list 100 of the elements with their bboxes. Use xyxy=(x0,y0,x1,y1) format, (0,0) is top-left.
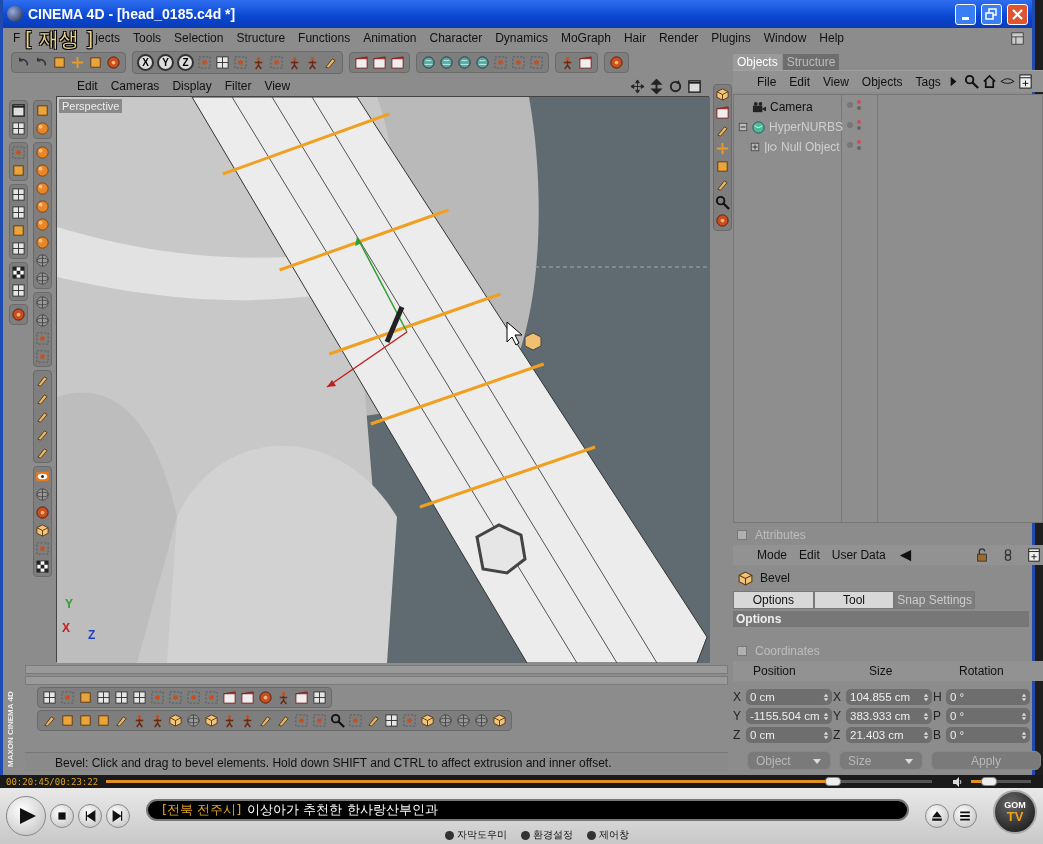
menu-item[interactable]: Cameras xyxy=(110,79,160,93)
disc-icon[interactable] xyxy=(258,690,273,705)
menu-item[interactable]: Objects xyxy=(861,74,903,89)
menu-item[interactable]: View xyxy=(823,74,849,89)
slider-thumb[interactable] xyxy=(825,777,841,786)
playlist-button[interactable] xyxy=(953,804,977,828)
left-triangle-icon[interactable] xyxy=(897,547,913,563)
cube-icon[interactable] xyxy=(714,87,730,102)
rotation-field[interactable]: 0 ° xyxy=(946,708,1030,724)
clapper-icon[interactable] xyxy=(240,690,255,705)
layout-icon[interactable] xyxy=(1011,31,1024,45)
sphere-icon[interactable] xyxy=(34,217,50,232)
previous-button[interactable] xyxy=(78,804,102,828)
brush-icon[interactable] xyxy=(714,123,730,138)
cube-icon[interactable] xyxy=(420,713,435,728)
clapper-icon[interactable] xyxy=(372,54,387,70)
menu-item[interactable]: MoGraph xyxy=(560,31,611,45)
menu-item[interactable]: Structure xyxy=(236,31,286,45)
clapper-icon[interactable] xyxy=(354,54,369,70)
maximize-icon[interactable] xyxy=(10,103,26,118)
clapper-icon[interactable] xyxy=(578,54,593,70)
square-icon[interactable] xyxy=(96,713,111,728)
menu-item[interactable]: Tools xyxy=(133,31,162,45)
stop-button[interactable] xyxy=(50,804,74,828)
grid-icon[interactable] xyxy=(42,690,57,705)
grid-icon[interactable] xyxy=(114,690,129,705)
disc-icon[interactable] xyxy=(714,213,730,228)
search-icon[interactable] xyxy=(963,74,979,89)
volume-slider[interactable] xyxy=(971,780,1032,783)
spinner-arrows-icon[interactable] xyxy=(1021,730,1027,740)
restore-button[interactable] xyxy=(981,3,1002,25)
square-icon[interactable] xyxy=(34,103,50,118)
spinner-arrows-icon[interactable] xyxy=(1021,692,1027,702)
padlock-icon[interactable] xyxy=(975,548,989,562)
disc-icon[interactable] xyxy=(106,54,121,70)
grid-icon[interactable] xyxy=(312,690,327,705)
square-icon[interactable] xyxy=(10,163,26,178)
spinner-arrows-icon[interactable] xyxy=(823,711,829,721)
wire-sphere-icon[interactable] xyxy=(34,253,50,268)
sphere-icon[interactable] xyxy=(34,181,50,196)
disc-icon[interactable] xyxy=(609,54,624,70)
menu-item[interactable]: jects xyxy=(95,31,121,45)
grid-icon[interactable] xyxy=(96,690,111,705)
menu-item[interactable]: Display xyxy=(172,79,212,93)
brush-icon[interactable] xyxy=(34,373,50,388)
grid-icon[interactable] xyxy=(215,54,230,70)
attribute-tab[interactable]: Options xyxy=(733,591,814,609)
axis-lock-button[interactable]: Y xyxy=(157,53,174,71)
cube-icon[interactable] xyxy=(492,713,507,728)
clapper-icon[interactable] xyxy=(714,105,730,120)
rotate-icon[interactable] xyxy=(668,78,683,94)
minimize-button[interactable] xyxy=(955,3,976,25)
new-panel-icon[interactable] xyxy=(1017,74,1033,89)
maximize-icon[interactable] xyxy=(687,78,702,94)
disc-icon[interactable] xyxy=(34,505,50,520)
menu-item[interactable]: Selection xyxy=(174,31,224,45)
search-icon[interactable] xyxy=(714,195,730,210)
cube-icon[interactable] xyxy=(34,523,50,538)
sphere-icon[interactable] xyxy=(34,199,50,214)
spinner-arrows-icon[interactable] xyxy=(923,730,929,740)
menu-item[interactable]: Animation xyxy=(363,31,417,45)
square-icon[interactable] xyxy=(78,713,93,728)
square-icon[interactable] xyxy=(714,159,730,174)
brush-icon[interactable] xyxy=(366,713,381,728)
wire-sphere-icon[interactable] xyxy=(34,295,50,310)
checker-icon[interactable] xyxy=(10,265,26,280)
brush-icon[interactable] xyxy=(34,409,50,424)
player-link[interactable]: 환경설정 xyxy=(521,828,573,842)
menu-item[interactable]: Plugins xyxy=(711,31,751,45)
slider-thumb[interactable] xyxy=(981,777,998,786)
menu-item[interactable]: Dynamics xyxy=(495,31,548,45)
clapper-icon[interactable] xyxy=(294,690,309,705)
grid-icon[interactable] xyxy=(10,121,26,136)
up-down-arrow-icon[interactable] xyxy=(649,78,664,94)
menu-item[interactable]: Edit xyxy=(77,79,98,93)
wire-sphere-icon[interactable] xyxy=(34,271,50,286)
axis-lock-button[interactable]: Z xyxy=(177,53,194,71)
grid-icon[interactable] xyxy=(10,205,26,220)
checker-icon[interactable] xyxy=(34,559,50,574)
menu-item[interactable]: Edit xyxy=(789,74,811,89)
search-icon[interactable] xyxy=(330,713,345,728)
object-name[interactable]: Camera xyxy=(770,100,813,114)
eye-icon[interactable] xyxy=(34,469,50,484)
size-field[interactable]: 21.403 cm xyxy=(846,727,932,743)
next-button[interactable] xyxy=(106,804,130,828)
grid-icon[interactable] xyxy=(10,283,26,298)
move-icon[interactable] xyxy=(630,78,645,94)
eject-button[interactable] xyxy=(925,804,949,828)
wire-sphere-icon[interactable] xyxy=(438,713,453,728)
play-button[interactable] xyxy=(6,796,46,836)
panel-checkbox[interactable] xyxy=(737,530,747,540)
position-field[interactable]: 0 cm xyxy=(746,689,832,705)
menu-item[interactable]: Mode xyxy=(757,548,788,562)
brush-icon[interactable] xyxy=(34,445,50,460)
spinner-arrows-icon[interactable] xyxy=(823,692,829,702)
attribute-tab[interactable]: Tool xyxy=(813,591,895,609)
globe-icon[interactable] xyxy=(439,54,454,70)
grid-icon[interactable] xyxy=(10,241,26,256)
cube-icon[interactable] xyxy=(204,713,219,728)
size-field[interactable]: 104.855 cm xyxy=(846,689,932,705)
